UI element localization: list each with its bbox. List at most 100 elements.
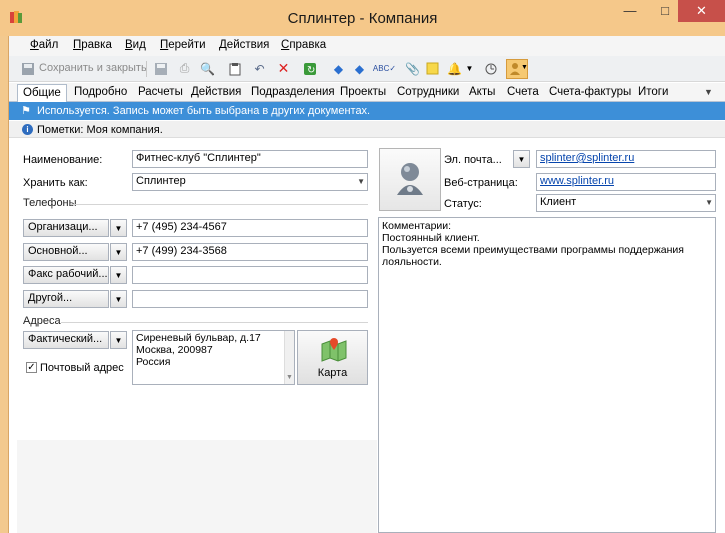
phones-header: Телефоны: [23, 197, 77, 209]
save-icon[interactable]: [152, 60, 169, 77]
tab-actions[interactable]: Действия: [186, 84, 246, 102]
email-input[interactable]: splinter@splinter.ru: [536, 150, 716, 168]
chevron-down-icon: ▼: [705, 198, 713, 207]
tab-invoices[interactable]: Счета: [502, 84, 544, 102]
svg-text:↻: ↻: [307, 65, 315, 76]
phone-fax-input[interactable]: [132, 266, 368, 284]
map-button[interactable]: Карта: [297, 330, 368, 385]
attach-icon[interactable]: 📎: [404, 60, 421, 77]
spellcheck-icon[interactable]: ABC✓: [373, 60, 396, 77]
menu-go[interactable]: Перейти: [160, 39, 206, 51]
name-input[interactable]: Фитнес-клуб "Сплинтер": [132, 150, 368, 168]
phone-type-other-button[interactable]: Другой...: [23, 290, 109, 308]
menu-file[interactable]: Файл: [30, 39, 58, 51]
phone-other-input[interactable]: [132, 290, 368, 308]
phone-type-other-dropdown[interactable]: ▼: [110, 290, 127, 308]
menu-help[interactable]: Справка: [281, 39, 326, 51]
tab-acts[interactable]: Акты: [464, 84, 500, 102]
close-icon: ✕: [696, 3, 707, 18]
addresses-header: Адреса: [23, 315, 61, 327]
comment-line: Пользуется всеми преимуществами программ…: [382, 244, 684, 256]
comments-textarea[interactable]: Комментарии: Постоянный клиент. Пользует…: [378, 217, 716, 533]
tab-tax-invoices[interactable]: Счета-фактуры: [544, 84, 636, 102]
info-bar: ⚑ Используется. Запись может быть выбран…: [9, 102, 725, 120]
minimize-button[interactable]: —: [616, 0, 644, 22]
refresh-icon[interactable]: ↻: [301, 60, 318, 77]
previous-icon[interactable]: ◆: [330, 60, 347, 77]
email-type-dropdown[interactable]: ▼: [513, 150, 530, 168]
maximize-button[interactable]: □: [651, 0, 679, 22]
phone-type-main-dropdown[interactable]: ▼: [110, 243, 127, 261]
address-line: Сиреневый бульвар, д.17: [136, 332, 261, 344]
website-input[interactable]: www.splinter.ru: [536, 173, 716, 191]
website-label: Веб-страница:: [444, 177, 518, 189]
preview-icon[interactable]: 🔍: [199, 60, 216, 77]
chevron-down-icon: ▼: [114, 223, 123, 233]
tab-payments[interactable]: Расчеты: [133, 84, 188, 102]
notes-bar: i Пометки: Моя компания.: [9, 121, 725, 138]
tab-totals[interactable]: Итоги: [633, 84, 673, 102]
scroll-down-icon[interactable]: ▼: [286, 372, 293, 384]
menu-view[interactable]: Вид: [125, 39, 146, 51]
status-label: Статус:: [444, 198, 482, 210]
info-icon: i: [22, 124, 33, 135]
tab-projects[interactable]: Проекты: [335, 84, 391, 102]
notes-text: Пометки: Моя компания.: [37, 124, 163, 136]
save-and-close-button[interactable]: Сохранить и закрыть: [39, 62, 147, 74]
history-icon[interactable]: [482, 60, 499, 77]
note-icon[interactable]: [424, 60, 441, 77]
contact-menu-button[interactable]: ▼: [506, 59, 528, 79]
address-textarea[interactable]: Сиреневый бульвар, д.17 Москва, 200987 Р…: [132, 330, 295, 385]
phone-type-main-button[interactable]: Основной...: [23, 243, 109, 261]
menu-actions[interactable]: Действия: [219, 39, 269, 51]
status-value: Клиент: [540, 196, 577, 208]
chevron-down-icon: ▼: [114, 335, 123, 345]
chevron-down-icon: ▼: [114, 247, 123, 257]
store-as-combo[interactable]: Сплинтер ▼: [132, 173, 368, 191]
email-label: Эл. почта...: [444, 154, 502, 166]
address-type-button[interactable]: Фактический...: [23, 331, 109, 349]
info-bar-text: Используется. Запись может быть выбрана …: [37, 105, 371, 117]
contact-photo-icon: [397, 163, 423, 195]
properties-icon[interactable]: [226, 60, 243, 77]
address-line: Россия: [136, 356, 171, 368]
store-as-label: Хранить как:: [23, 177, 88, 189]
phone-main-input[interactable]: +7 (499) 234-3568: [132, 243, 368, 261]
status-combo[interactable]: Клиент ▼: [536, 194, 716, 212]
chevron-down-icon: ▼: [114, 270, 123, 280]
print-icon[interactable]: ⎙: [176, 60, 193, 77]
address-line: Москва, 200987: [136, 344, 213, 356]
address-type-dropdown[interactable]: ▼: [110, 331, 127, 349]
map-icon: [321, 338, 347, 362]
phone-org-input[interactable]: +7 (495) 234-4567: [132, 219, 368, 237]
address-scrollbar[interactable]: ▼: [284, 331, 294, 384]
phone-type-fax-button[interactable]: Факс рабочий...: [23, 266, 109, 284]
close-button[interactable]: ✕: [678, 0, 725, 22]
window-client: Файл Правка Вид Перейти Действия Справка…: [8, 36, 725, 533]
comment-line: Комментарии:: [382, 220, 452, 232]
tab-divisions[interactable]: Подразделения: [246, 84, 340, 102]
contact-photo-button[interactable]: [379, 148, 441, 211]
tab-details[interactable]: Подробно: [69, 84, 132, 102]
left-empty-area: [17, 440, 377, 533]
menu-bar: Файл Правка Вид Перейти Действия Справка: [9, 36, 725, 56]
tabs-overflow-icon[interactable]: ▼: [704, 87, 713, 97]
delete-icon[interactable]: ✕: [275, 60, 292, 77]
maximize-icon: □: [661, 3, 669, 18]
separator: [146, 61, 147, 77]
tab-general[interactable]: Общие: [17, 84, 67, 103]
person-icon: [510, 63, 520, 75]
toolbar: Сохранить и закрыть ⎙ 🔍 ↶ ✕ ↻ ◆ ◆ ABC✓ 📎…: [9, 56, 725, 82]
title-bar: Сплинтер - Компания — □ ✕: [0, 0, 725, 36]
postal-address-checkbox[interactable]: ✓: [26, 362, 37, 373]
chevron-down-icon[interactable]: ▼: [461, 60, 478, 77]
phone-type-org-button[interactable]: Организаци...: [23, 219, 109, 237]
next-icon[interactable]: ◆: [351, 60, 368, 77]
comment-line: Постоянный клиент.: [382, 232, 480, 244]
phone-type-org-dropdown[interactable]: ▼: [110, 219, 127, 237]
menu-edit[interactable]: Правка: [73, 39, 112, 51]
postal-address-label: Почтовый адрес: [40, 362, 124, 374]
tab-employees[interactable]: Сотрудники: [392, 84, 464, 102]
phone-type-fax-dropdown[interactable]: ▼: [110, 266, 127, 284]
undo-icon[interactable]: ↶: [251, 60, 268, 77]
